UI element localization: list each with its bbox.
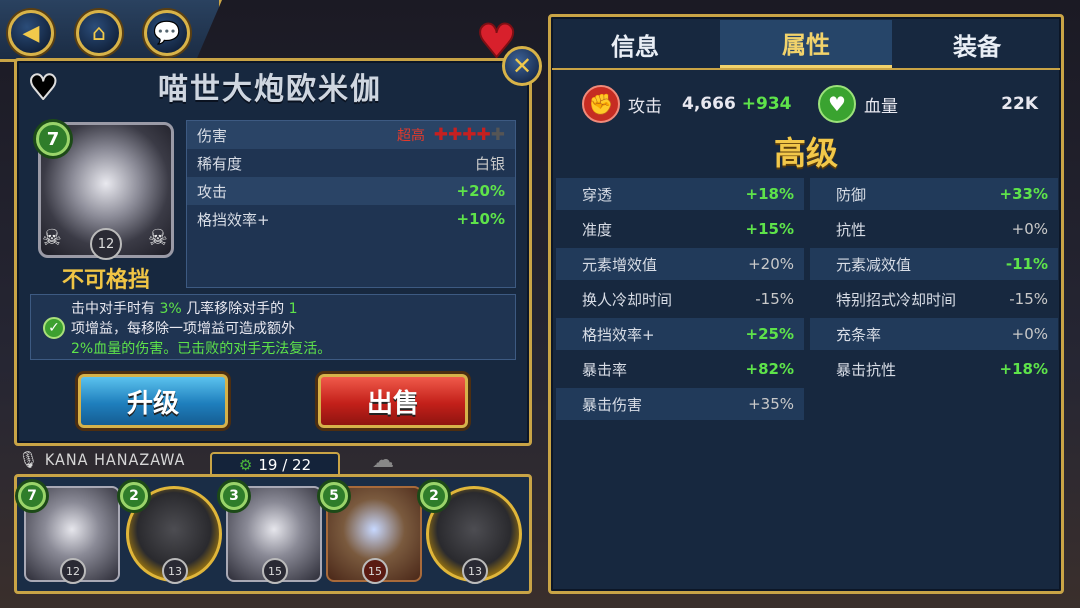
back-arrow-icon: ◀ <box>22 20 40 46</box>
skull-icon: ☠ <box>42 226 62 251</box>
damage-rating-icon: ✚✚✚✚✚ <box>433 125 505 145</box>
favorite-heart-icon[interactable]: ♥ <box>27 67 60 109</box>
card-title: 喵世大炮欧米伽 <box>158 72 382 107</box>
tab-info[interactable]: 信息 <box>552 20 718 68</box>
mushroom-icon: ☁ <box>372 448 394 473</box>
stat-row-damage: 伤害 超高 ✚✚✚✚✚ <box>187 121 515 149</box>
tray-card[interactable]: 7 12 <box>18 482 120 584</box>
stat-label: 攻击 <box>197 182 228 201</box>
hp-heart-icon: ♥ <box>818 85 856 123</box>
tier-heading: 高级 <box>773 134 838 172</box>
card-level-badge: 7 <box>36 122 70 156</box>
tray-card-stars: 15 <box>362 558 388 584</box>
tray-card-level: 2 <box>420 482 448 510</box>
attr-meter-gain: 充条率 +0% <box>810 318 1058 350</box>
tray-card[interactable]: 2 13 <box>120 482 222 584</box>
tab-divider <box>552 68 1060 70</box>
tab-attributes[interactable]: 属性 <box>720 20 892 68</box>
tray-card-level: 3 <box>220 482 248 510</box>
stat-value: +10% <box>456 210 505 228</box>
stat-row-rarity: 稀有度 白银 <box>187 149 515 177</box>
attr-defense: 防御 +33% <box>810 178 1058 210</box>
gear-icon: ⚙ <box>238 456 253 474</box>
tray-card[interactable]: 2 13 <box>420 482 522 584</box>
tray-card-stars: 12 <box>60 558 86 584</box>
home-icon: ⌂ <box>92 20 106 46</box>
stat-value: +20% <box>456 182 505 200</box>
stat-value: 白银 <box>474 154 505 173</box>
voice-actor: 🎙 KANA HANAZAWA <box>18 450 186 469</box>
damage-grade: 超高 <box>396 128 425 144</box>
checkmark-icon: ✓ <box>43 317 65 339</box>
attr-penetration: 穿透 +18% <box>556 178 804 210</box>
sell-button[interactable]: 出售 <box>318 374 468 428</box>
chat-button[interactable]: 💬 <box>144 10 190 56</box>
ability-description: ✓ 击中对手时有 3% 几率移除对手的 1 项增益，每移除一项增益可造成额外 2… <box>30 294 516 360</box>
hp-summary: ♥ 血量 22K <box>818 84 1038 124</box>
attr-crit-damage: 暴击伤害 +35% <box>556 388 804 420</box>
tray-card[interactable]: 5 15 <box>320 482 422 584</box>
stat-row-attack: 攻击 +20% <box>187 177 515 205</box>
home-button[interactable]: ⌂ <box>76 10 122 56</box>
tray-card-level: 5 <box>320 482 348 510</box>
card-stat-table: 伤害 超高 ✚✚✚✚✚ 稀有度 白银 攻击 +20% 格挡效率+ +10% <box>186 120 516 288</box>
skull-icon: ☠ <box>148 226 168 251</box>
microphone-icon: 🎙 <box>18 450 40 469</box>
close-button[interactable]: ✕ <box>502 46 542 86</box>
tray-card-level: 7 <box>18 482 46 510</box>
attr-resistance: 抗性 +0% <box>836 220 1048 239</box>
attr-tag-cooldown: 换人冷却时间 -15% <box>582 290 794 309</box>
attr-elemental-bonus: 元素增效值 +20% <box>556 248 804 280</box>
tray-card-stars: 13 <box>462 558 488 584</box>
attr-elemental-reduction: 元素减效值 -11% <box>810 248 1058 280</box>
tray-card[interactable]: 3 15 <box>220 482 322 584</box>
stat-row-block: 格挡效率+ +10% <box>187 205 515 233</box>
stat-label: 伤害 <box>197 126 228 145</box>
stat-label: 稀有度 <box>197 154 243 173</box>
tab-equipment[interactable]: 装备 <box>894 20 1060 68</box>
star-level-badge: 12 <box>90 228 122 260</box>
attack-fist-icon: ✊ <box>582 85 620 123</box>
attack-summary: ✊ 攻击 4,666 +934 <box>582 84 792 124</box>
upgrade-button[interactable]: 升级 <box>78 374 228 428</box>
tray-card-stars: 15 <box>262 558 288 584</box>
stat-label: 格挡效率+ <box>197 210 270 229</box>
chat-icon: 💬 <box>153 20 181 46</box>
attr-special-cooldown: 特别招式冷却时间 -15% <box>836 290 1048 309</box>
back-button[interactable]: ◀ <box>8 10 54 56</box>
card-trait: 不可格挡 <box>61 268 150 293</box>
attr-crit-resistance: 暴击抗性 +18% <box>836 360 1048 379</box>
tray-card-stars: 13 <box>162 558 188 584</box>
attr-block-efficiency: 格挡效率+ +25% <box>556 318 804 350</box>
close-icon: ✕ <box>511 52 533 80</box>
attr-accuracy: 准度 +15% <box>582 220 794 239</box>
attr-crit-rate: 暴击率 +82% <box>582 360 794 379</box>
tray-card-level: 2 <box>120 482 148 510</box>
